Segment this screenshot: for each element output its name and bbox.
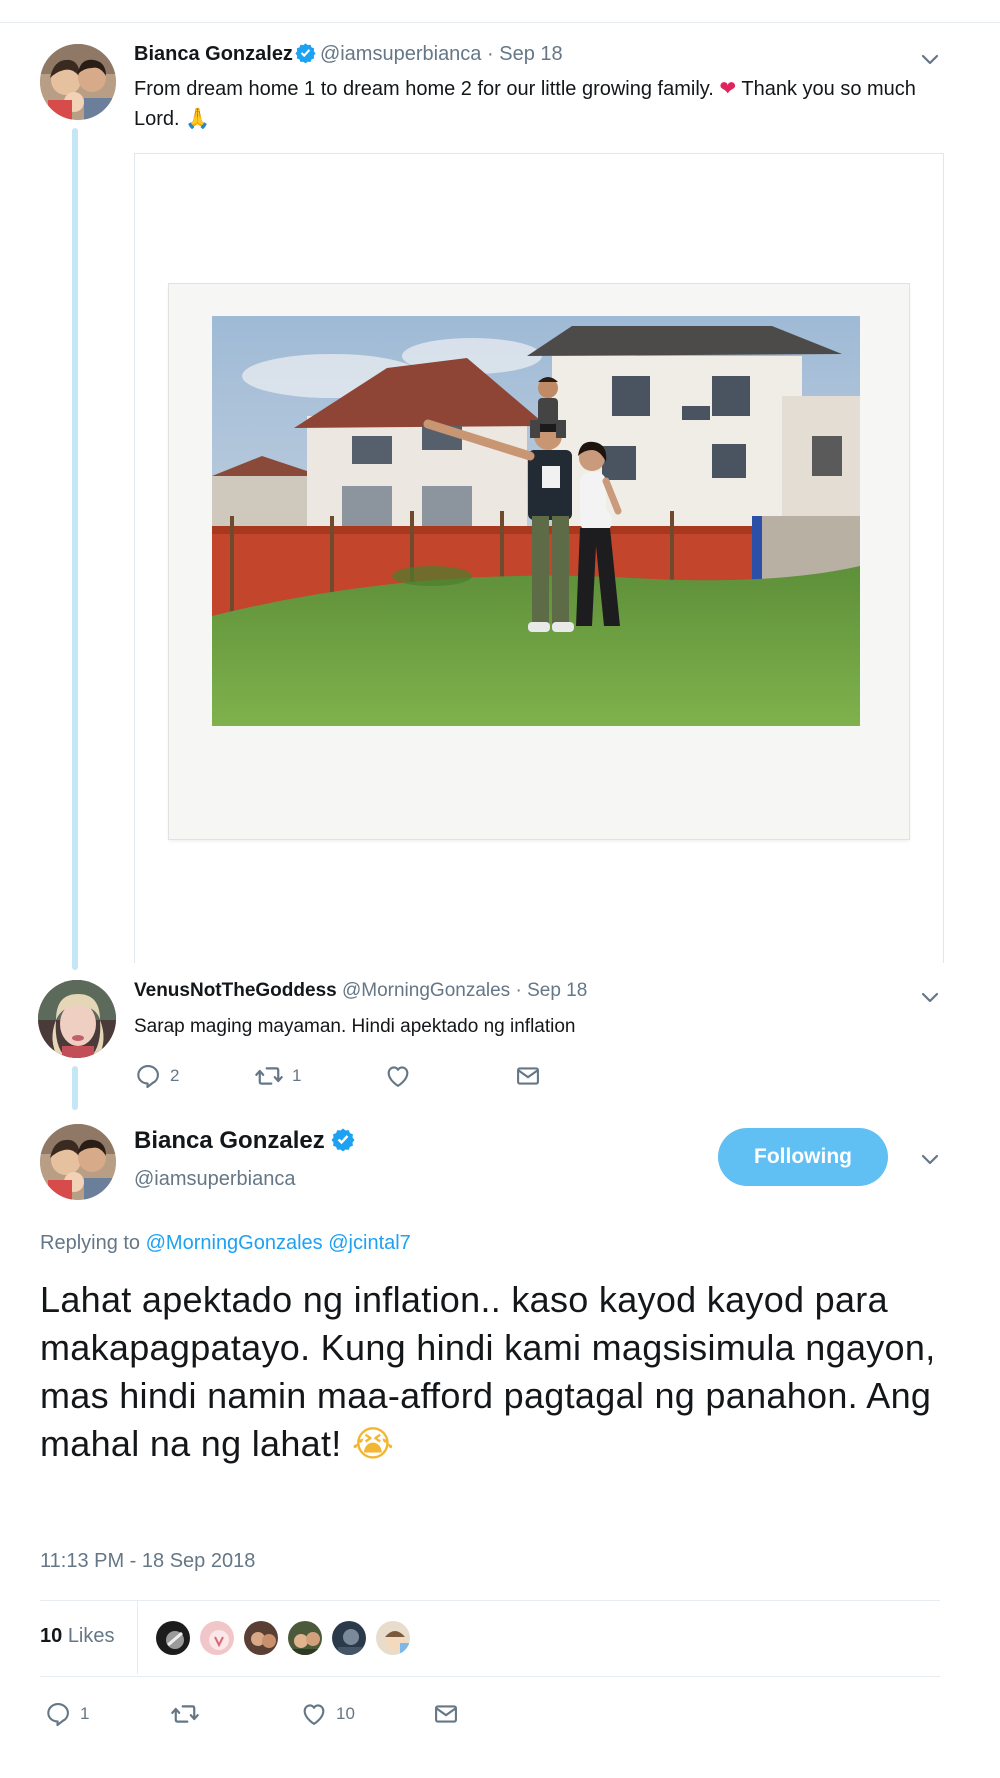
like-count: 10 (336, 1704, 355, 1723)
tweet2-author-name[interactable]: VenusNotTheGoddess (134, 980, 337, 1001)
tweet3-actions: 1 10 (44, 1700, 460, 1728)
tweet2-actions: 2 1 (134, 1062, 542, 1090)
likes-number: 10 (40, 1624, 63, 1647)
envelope-icon (435, 1705, 457, 1723)
tweet2-handle[interactable]: @MorningGonzales (342, 980, 510, 1001)
tweet1-text: From dream home 1 to dream home 2 for ou… (134, 74, 924, 134)
retweet-icon (255, 1067, 283, 1085)
top-divider (0, 22, 1000, 23)
tweet2-date[interactable]: Sep 18 (527, 980, 587, 1001)
reply-button[interactable]: 2 (134, 1062, 254, 1090)
avatar-bianca[interactable] (40, 44, 116, 120)
tweet3-author: Bianca Gonzalez (134, 1127, 359, 1155)
tweet1-header: Bianca Gonzalez @iamsuperbianca · Sep 18 (134, 42, 563, 66)
tweet3-author-name[interactable]: Bianca Gonzalez (134, 1127, 325, 1154)
heart-emoji: ❤ (719, 78, 737, 100)
retweet-count: 1 (292, 1066, 302, 1085)
chevron-down-icon[interactable] (919, 1148, 941, 1170)
heart-icon (303, 1704, 325, 1725)
liker-avatar[interactable] (286, 1619, 324, 1657)
envelope-icon (517, 1067, 539, 1085)
like-button[interactable] (384, 1062, 514, 1090)
replying-to: Replying to @MorningGonzales @jcintal7 (40, 1232, 411, 1255)
tweet1-handle[interactable]: @iamsuperbianca (320, 43, 482, 65)
tweet1-media-card[interactable] (134, 153, 944, 963)
retweet-button[interactable] (170, 1700, 300, 1728)
liker-avatar[interactable] (374, 1619, 412, 1657)
tweet3-text-body: Lahat apektado ng inflation.. kaso kayod… (40, 1279, 936, 1464)
tweet1-separator: · (487, 43, 494, 65)
tweet3-handle[interactable]: @iamsuperbianca (134, 1168, 296, 1191)
liker-avatar[interactable] (198, 1619, 236, 1657)
tweet1-text-part1: From dream home 1 to dream home 2 for ou… (134, 78, 714, 100)
tweet3-timestamp[interactable]: 11:13 PM - 18 Sep 2018 (40, 1550, 255, 1573)
liker-avatar[interactable] (242, 1619, 280, 1657)
reply-icon (47, 1703, 69, 1727)
following-button[interactable]: Following (718, 1128, 888, 1186)
likes-label: Likes (67, 1624, 115, 1647)
thread-line-1 (72, 128, 78, 970)
retweet-icon (171, 1705, 199, 1723)
stats-divider-top (40, 1600, 940, 1601)
reply-icon (137, 1065, 159, 1089)
family-house-photo[interactable] (212, 316, 860, 726)
retweet-button[interactable]: 1 (254, 1062, 384, 1090)
liker-avatar[interactable] (330, 1619, 368, 1657)
replying-to-link-1[interactable]: @MorningGonzales (146, 1232, 323, 1254)
verified-badge-icon (331, 1128, 355, 1151)
stats-divider-bottom (40, 1676, 940, 1677)
polaroid-frame (169, 284, 909, 839)
chevron-down-icon[interactable] (919, 48, 941, 70)
pray-emoji: 🙏 (185, 108, 211, 130)
likes-separator (137, 1600, 138, 1674)
tweet2-separator: · (515, 980, 522, 1001)
avatar-venus[interactable] (38, 980, 116, 1058)
tweet2-text: Sarap maging mayaman. Hindi apektado ng … (134, 1016, 576, 1037)
reply-count: 2 (170, 1066, 180, 1085)
reply-button[interactable]: 1 (44, 1700, 170, 1728)
verified-badge-icon (295, 43, 316, 63)
avatar-bianca-focused[interactable] (40, 1124, 116, 1200)
reply-count: 1 (80, 1704, 90, 1723)
like-button[interactable]: 10 (300, 1700, 432, 1728)
likes-summary[interactable]: 10 Likes (40, 1604, 115, 1668)
tweet1-date[interactable]: Sep 18 (499, 43, 562, 65)
chevron-down-icon[interactable] (919, 986, 941, 1008)
replying-to-link-2[interactable]: @jcintal7 (328, 1232, 411, 1254)
thread-line-2 (72, 1066, 78, 1110)
dm-button[interactable] (432, 1700, 460, 1728)
dm-button[interactable] (514, 1062, 542, 1090)
crying-emoji: 😭 (351, 1423, 395, 1464)
heart-icon (387, 1066, 409, 1087)
tweet3-text: Lahat apektado ng inflation.. kaso kayod… (40, 1276, 940, 1468)
tweet2-header: VenusNotTheGoddess @MorningGonzales · Se… (134, 980, 587, 1002)
likes-count[interactable]: 10 Likes (40, 1625, 115, 1648)
liker-avatar[interactable] (154, 1619, 192, 1657)
replying-prefix: Replying to (40, 1232, 141, 1254)
tweet1-author-name[interactable]: Bianca Gonzalez (134, 43, 293, 65)
